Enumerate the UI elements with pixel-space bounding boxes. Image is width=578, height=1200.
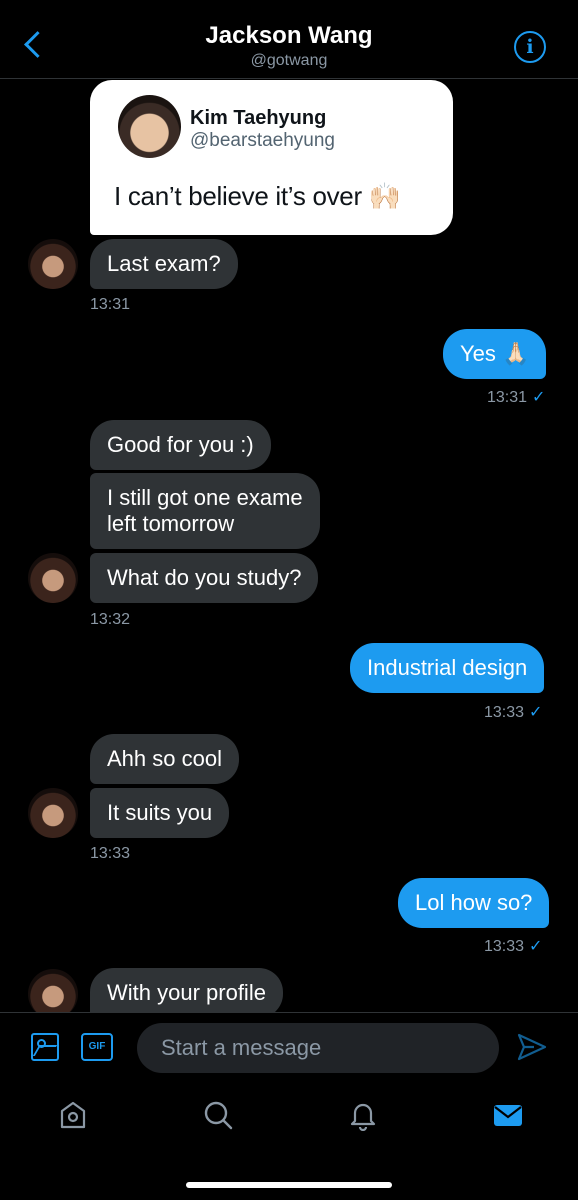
message-line: left tomorrow <box>107 511 235 536</box>
messages-icon[interactable] <box>492 1099 524 1131</box>
send-icon[interactable] <box>516 1032 548 1062</box>
message-bubble-outgoing[interactable]: Industrial design <box>350 643 545 693</box>
message-timestamp: 13:33 ✓ <box>484 938 543 955</box>
read-check-icon: ✓ <box>529 704 543 721</box>
message-bubble-incoming[interactable]: Last exam? <box>90 239 238 289</box>
quoted-tweet-card[interactable]: Kim Taehyung @bearstaehyung I can’t beli… <box>90 80 453 235</box>
message-bubble-incoming[interactable]: With your profile <box>90 968 283 1012</box>
avatar[interactable] <box>28 553 78 603</box>
message-clip: With your profile <box>0 960 578 1012</box>
read-check-icon: ✓ <box>532 389 546 406</box>
message-timestamp: 13:31 <box>90 296 131 313</box>
contact-handle: @gotwang <box>250 52 328 69</box>
message-bubble-incoming[interactable]: It suits you <box>90 788 230 838</box>
gif-icon[interactable]: GIF <box>81 1033 113 1061</box>
message-timestamp: 13:32 <box>90 611 131 628</box>
avatar[interactable] <box>28 969 78 1012</box>
avatar <box>118 95 181 158</box>
message-timestamp: 13:33 ✓ <box>484 704 543 721</box>
read-check-icon: ✓ <box>529 938 543 955</box>
message-bubble-outgoing[interactable]: Yes 🙏🏻 <box>443 329 547 379</box>
info-icon[interactable]: i <box>514 31 546 63</box>
message-bubble-incoming[interactable]: Ahh so cool <box>90 734 239 784</box>
quoted-tweet-handle: @bearstaehyung <box>190 130 335 151</box>
quoted-tweet-author: Kim Taehyung <box>190 107 327 129</box>
image-icon[interactable] <box>31 1033 59 1061</box>
message-input[interactable] <box>137 1023 499 1073</box>
home-icon[interactable] <box>57 1099 89 1131</box>
notifications-icon[interactable] <box>347 1099 379 1131</box>
quoted-tweet-text: I can’t believe it’s over 🙌🏻 <box>114 181 401 211</box>
message-timestamp: 13:31 ✓ <box>487 389 546 406</box>
message-bubble-incoming[interactable]: What do you study? <box>90 553 319 603</box>
home-indicator <box>186 1182 392 1188</box>
avatar[interactable] <box>28 788 78 838</box>
contact-name[interactable]: Jackson Wang <box>0 22 578 50</box>
message-bubble-incoming[interactable]: Good for you :) <box>90 420 271 470</box>
message-bubble-incoming[interactable]: I still got one exame left tomorrow <box>90 473 320 549</box>
avatar[interactable] <box>28 239 78 289</box>
search-icon[interactable] <box>202 1099 234 1131</box>
message-timestamp: 13:33 <box>90 845 131 862</box>
message-line: I still got one exame <box>107 485 303 510</box>
message-bubble-outgoing[interactable]: Lol how so? <box>398 878 550 928</box>
